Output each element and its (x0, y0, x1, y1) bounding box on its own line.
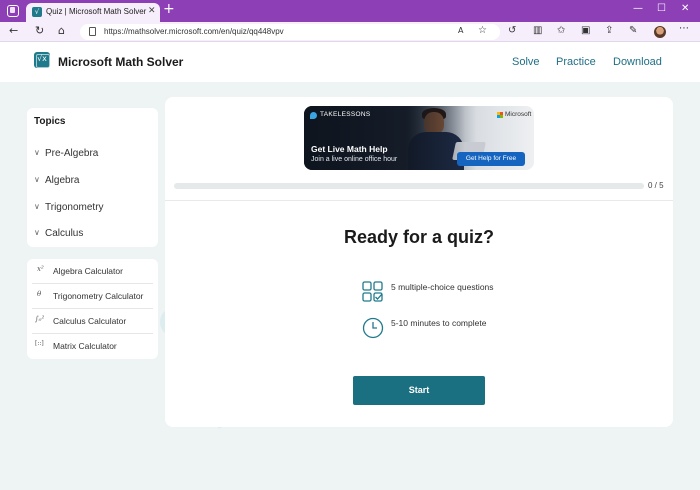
chevron-down-icon: ∨ (34, 228, 40, 237)
math-solver-logo-icon[interactable]: √x (34, 52, 50, 68)
topic-label: Trigonometry (45, 202, 104, 213)
integral-icon: ∫₀² (35, 315, 45, 323)
maximize-button[interactable]: ☐ (657, 3, 666, 14)
lock-icon[interactable] (89, 27, 96, 36)
tab-close-icon[interactable]: ✕ (148, 6, 156, 16)
topic-label: Calculus (45, 228, 84, 239)
quiz-card: TAKELESSONS Microsoft Get Live Math Help… (165, 97, 673, 427)
grid-check-icon (362, 281, 383, 302)
takelessons-logo-icon (310, 112, 317, 119)
exponent-icon: x² (37, 265, 44, 273)
algebra-calculator-link[interactable]: x² Algebra Calculator (32, 259, 153, 284)
quiz-progress-label: 0 / 5 (648, 181, 664, 190)
topic-label: Algebra (45, 175, 80, 186)
site-favicon-icon: √ (32, 7, 42, 17)
chevron-down-icon: ∨ (34, 148, 40, 157)
brand-name[interactable]: Microsoft Math Solver (58, 55, 183, 69)
back-arrow-icon[interactable]: ← (9, 24, 18, 37)
workspaces-icon[interactable] (7, 5, 19, 17)
get-help-button[interactable]: Get Help for Free (457, 152, 525, 166)
topic-algebra[interactable]: ∨ Algebra (32, 174, 152, 192)
address-bar[interactable]: https://mathsolver.microsoft.com/en/quiz… (80, 24, 500, 40)
minimize-button[interactable]: — (633, 3, 643, 14)
chevron-down-icon: ∨ (34, 175, 40, 184)
calculator-label: Calculus Calculator (53, 316, 127, 326)
info-questions: 5 multiple-choice questions (362, 281, 502, 309)
topics-panel: Topics ∨ Pre-Algebra ∨ Algebra ∨ Trigono… (27, 108, 158, 247)
calculator-label: Matrix Calculator (53, 341, 117, 351)
topic-trigonometry[interactable]: ∨ Trigonometry (32, 201, 152, 219)
calculators-panel: x² Algebra Calculator θ Trigonometry Cal… (27, 259, 158, 359)
split-screen-icon[interactable]: ▥ (533, 25, 542, 36)
calculator-label: Algebra Calculator (53, 266, 123, 276)
refresh-icon[interactable]: ↻ (35, 24, 44, 37)
chevron-down-icon: ∨ (34, 202, 40, 211)
theta-icon: θ (37, 290, 42, 298)
banner-brand: TAKELESSONS (320, 111, 371, 118)
refresh-sync-icon[interactable]: ↺ (508, 25, 516, 36)
live-help-banner[interactable]: TAKELESSONS Microsoft Get Live Math Help… (304, 106, 534, 170)
logo-glyph: √x (37, 54, 47, 63)
more-menu-icon[interactable]: ⋯ (679, 23, 689, 34)
favorite-star-icon[interactable]: ☆ (478, 25, 487, 36)
calculus-calculator-link[interactable]: ∫₀² Calculus Calculator (32, 309, 153, 334)
browser-tab-active[interactable]: √ Quiz | Microsoft Math Solver ✕ (26, 3, 160, 22)
browser-tab-bar: √ Quiz | Microsoft Math Solver ✕ + — ☐ ✕ (0, 0, 700, 22)
info-questions-text: 5 multiple-choice questions (391, 282, 494, 292)
read-aloud-icon[interactable]: A (458, 26, 463, 35)
share-icon[interactable]: ⇪ (605, 25, 613, 36)
microsoft-logo-icon (497, 112, 503, 118)
topic-label: Pre-Algebra (45, 148, 99, 159)
extensions-icon[interactable]: ✎ (629, 25, 637, 36)
banner-subtitle: Join a live online office hour (311, 156, 398, 163)
site-header: √x Microsoft Math Solver Solve Practice … (0, 42, 700, 82)
banner-partner: Microsoft (505, 111, 532, 118)
info-duration-text: 5-10 minutes to complete (391, 318, 487, 328)
quiz-progress-bar (174, 183, 644, 189)
tab-title: Quiz | Microsoft Math Solver (46, 7, 147, 16)
nav-practice-link[interactable]: Practice (556, 56, 596, 68)
nav-download-link[interactable]: Download (613, 56, 662, 68)
close-window-button[interactable]: ✕ (681, 3, 689, 14)
topics-heading: Topics (34, 116, 66, 127)
url-text[interactable]: https://mathsolver.microsoft.com/en/quiz… (104, 27, 284, 36)
clock-icon (362, 317, 384, 339)
topic-pre-algebra[interactable]: ∨ Pre-Algebra (32, 147, 152, 165)
matrix-calculator-link[interactable]: [::] Matrix Calculator (32, 334, 153, 359)
favorites-icon[interactable]: ✩ (557, 25, 565, 36)
home-icon[interactable]: ⌂ (58, 24, 65, 37)
divider (165, 200, 673, 201)
topic-calculus[interactable]: ∨ Calculus (32, 227, 152, 245)
quiz-title: Ready for a quiz? (343, 227, 495, 247)
start-quiz-button[interactable]: Start (353, 376, 485, 405)
info-duration: 5-10 minutes to complete (362, 317, 502, 345)
banner-title: Get Live Math Help (311, 144, 388, 154)
collections-icon[interactable]: ▣ (581, 25, 590, 36)
nav-solve-link[interactable]: Solve (512, 56, 540, 68)
trigonometry-calculator-link[interactable]: θ Trigonometry Calculator (32, 284, 153, 309)
browser-toolbar: ← ↻ ⌂ https://mathsolver.microsoft.com/e… (0, 22, 700, 42)
calculator-label: Trigonometry Calculator (53, 291, 144, 301)
profile-avatar[interactable] (654, 26, 666, 38)
new-tab-button[interactable]: + (163, 1, 175, 17)
matrix-icon: [::] (35, 340, 44, 347)
